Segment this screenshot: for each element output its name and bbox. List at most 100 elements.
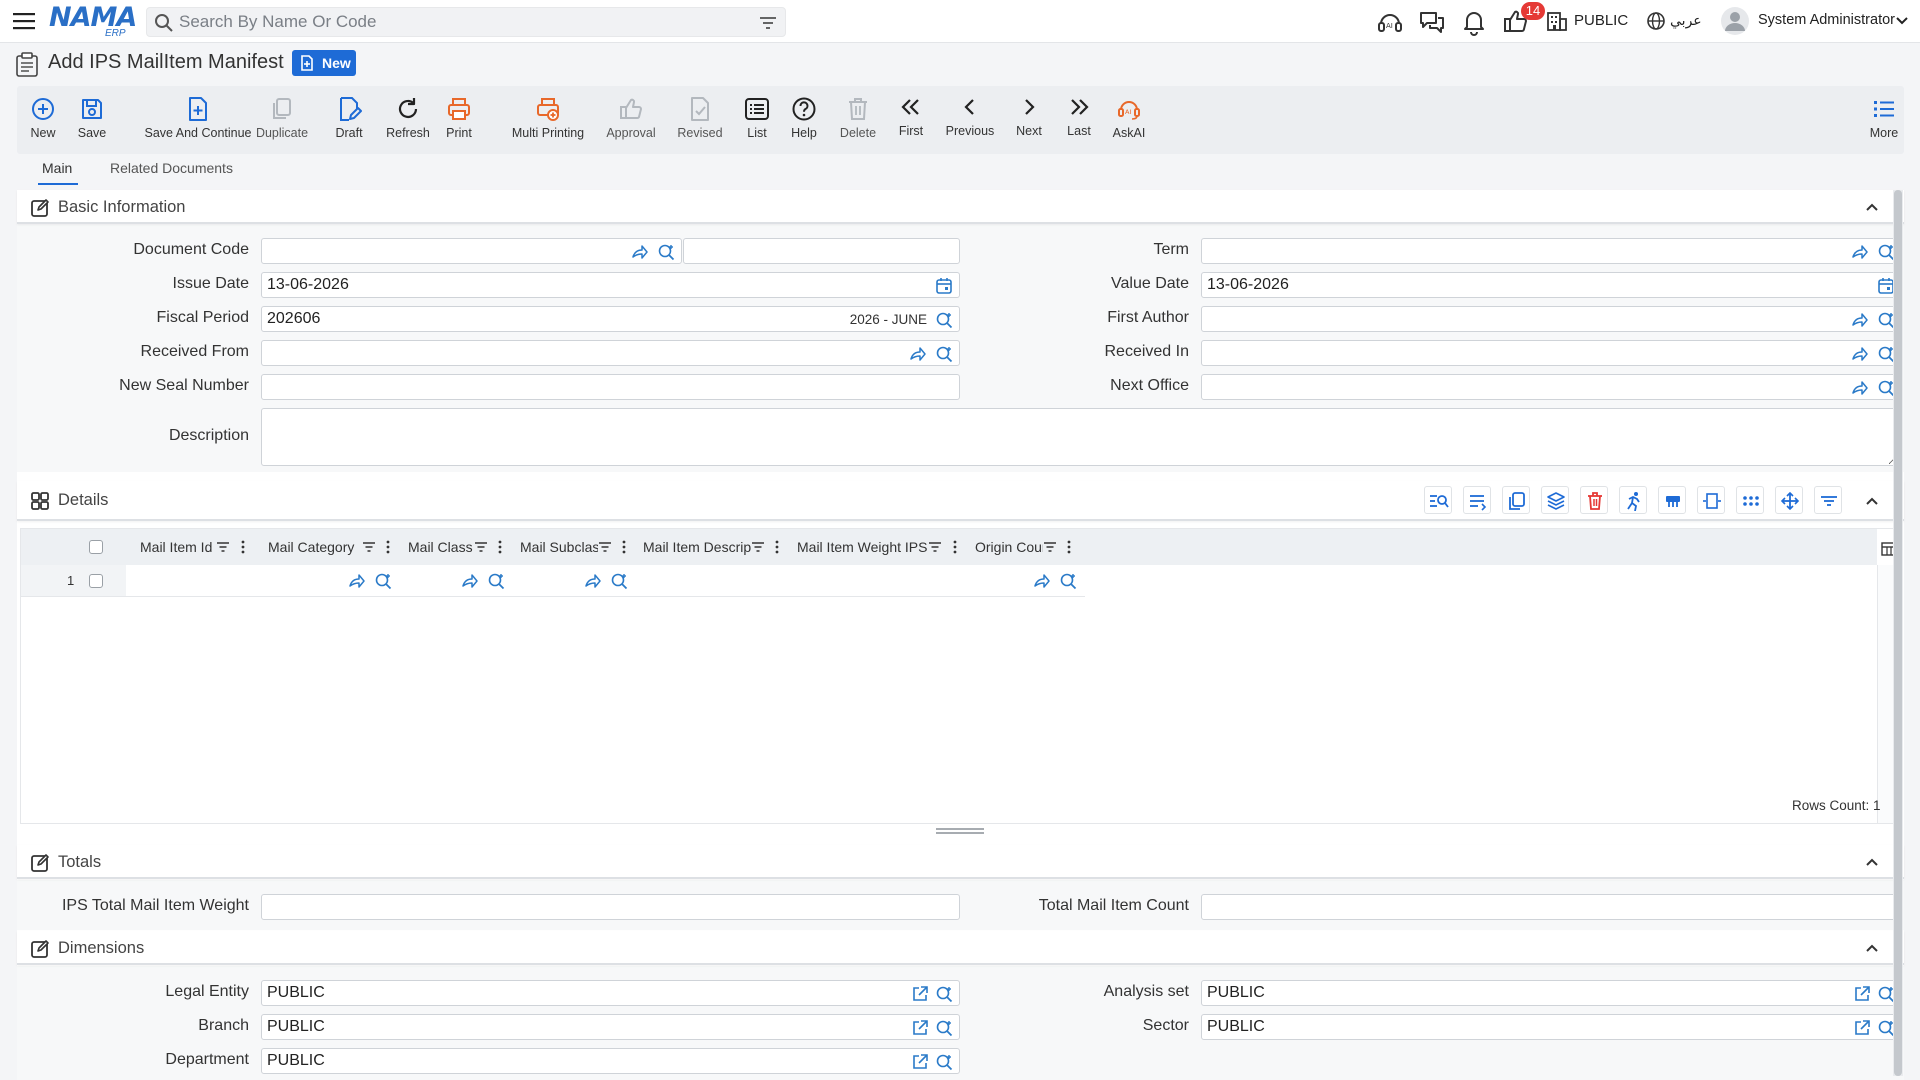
dimensions-header[interactable]: Dimensions <box>17 931 1904 965</box>
tab-main[interactable]: Main <box>42 160 72 176</box>
grid-search-button[interactable] <box>1424 486 1452 514</box>
analysis-set-field[interactable]: PUBLIC <box>1201 980 1898 1006</box>
filter-icon[interactable] <box>759 14 777 32</box>
legal-entity-field[interactable]: PUBLIC <box>261 980 960 1006</box>
language-switch[interactable]: عربي <box>1670 12 1702 29</box>
approval-button[interactable]: Approval <box>603 86 659 154</box>
grid-dots-button[interactable] <box>1736 486 1764 514</box>
lookup-search-icon[interactable] <box>935 1019 953 1037</box>
revised-button[interactable]: Revised <box>673 86 727 154</box>
new-seal-number-field[interactable] <box>261 374 960 400</box>
last-button[interactable]: Last <box>1059 86 1099 154</box>
grid-move-button[interactable] <box>1775 486 1803 514</box>
column-header[interactable]: Mail Item Description <box>643 539 751 555</box>
column-filter-icon[interactable] <box>1043 541 1057 553</box>
sector-field[interactable]: PUBLIC <box>1201 1014 1898 1040</box>
issue-date-field[interactable]: 13-06-2026 <box>261 272 960 298</box>
received-from-field[interactable] <box>261 340 960 366</box>
column-menu-icon[interactable] <box>953 540 957 554</box>
first-button[interactable]: First <box>891 86 931 154</box>
grid-merge-button[interactable] <box>1658 486 1686 514</box>
share-arrow-icon[interactable] <box>584 572 602 590</box>
share-arrow-icon[interactable] <box>1851 379 1869 397</box>
delete-button[interactable]: Delete <box>835 86 881 154</box>
save-and-continue-button[interactable]: Save And Continue <box>133 86 263 154</box>
term-field[interactable] <box>1201 238 1898 264</box>
chevron-up-icon[interactable] <box>1864 854 1880 870</box>
grid-insert-row-button[interactable] <box>1463 486 1491 514</box>
new-button[interactable]: New <box>17 86 69 154</box>
column-header[interactable]: Origin Country <box>975 539 1043 555</box>
column-menu-icon[interactable] <box>386 540 390 554</box>
column-menu-icon[interactable] <box>498 540 502 554</box>
external-link-icon[interactable] <box>911 1019 929 1037</box>
column-filter-icon[interactable] <box>474 541 488 553</box>
lookup-search-icon[interactable] <box>935 1053 953 1071</box>
totals-header[interactable]: Totals <box>17 845 1904 879</box>
column-header[interactable]: Mail Item Weight IPS <box>797 539 947 555</box>
external-link-icon[interactable] <box>1853 985 1871 1003</box>
column-filter-icon[interactable] <box>751 541 765 553</box>
description-textarea[interactable] <box>261 408 1898 466</box>
company-icon[interactable] <box>1546 10 1568 32</box>
column-menu-icon[interactable] <box>775 540 779 554</box>
next-office-field[interactable] <box>1201 374 1898 400</box>
chevron-up-icon[interactable] <box>1864 199 1880 215</box>
save-button[interactable]: Save <box>69 86 115 154</box>
resize-handle-icon[interactable] <box>936 827 984 835</box>
column-filter-icon[interactable] <box>598 541 612 553</box>
ips-total-weight-field[interactable] <box>261 894 960 920</box>
company-name[interactable]: PUBLIC <box>1574 12 1628 29</box>
share-arrow-icon[interactable] <box>1851 243 1869 261</box>
calendar-icon[interactable] <box>935 277 953 295</box>
lookup-search-icon[interactable] <box>935 345 953 363</box>
lookup-search-icon[interactable] <box>657 243 675 261</box>
app-logo[interactable]: NAMA ERP <box>49 4 137 40</box>
share-arrow-icon[interactable] <box>631 243 649 261</box>
fiscal-period-field[interactable]: 202606 2026 - JUNE <box>261 306 960 332</box>
column-menu-icon[interactable] <box>241 540 245 554</box>
globe-icon[interactable] <box>1646 11 1666 31</box>
multi-printing-button[interactable]: Multi Printing <box>511 86 585 154</box>
tab-related-documents[interactable]: Related Documents <box>110 160 233 176</box>
chevron-up-icon[interactable] <box>1864 493 1880 509</box>
document-code-name-field[interactable] <box>683 238 960 264</box>
lookup-search-icon[interactable] <box>935 985 953 1003</box>
lookup-search-icon[interactable] <box>487 572 505 590</box>
department-field[interactable]: PUBLIC <box>261 1048 960 1074</box>
value-date-field[interactable]: 13-06-2026 <box>1201 272 1898 298</box>
refresh-button[interactable]: Refresh <box>383 86 433 154</box>
draft-button[interactable]: Draft <box>327 86 371 154</box>
chat-icon[interactable] <box>1418 8 1446 36</box>
first-author-field[interactable] <box>1201 306 1898 332</box>
grid-layers-button[interactable] <box>1541 486 1569 514</box>
column-filter-icon[interactable] <box>928 541 942 553</box>
list-button[interactable]: List <box>725 86 789 154</box>
help-button[interactable]: Help <box>783 86 825 154</box>
page-scrollbar[interactable] <box>1893 190 1903 1076</box>
branch-field[interactable]: PUBLIC <box>261 1014 960 1040</box>
chevron-down-icon[interactable] <box>1895 14 1909 28</box>
table-row[interactable]: 1 <box>21 565 1085 597</box>
row-checkbox[interactable] <box>89 574 103 588</box>
askai-button[interactable]: AI AskAI <box>1109 86 1149 154</box>
more-button[interactable]: More <box>1867 86 1901 154</box>
total-count-field[interactable] <box>1201 894 1898 920</box>
column-menu-icon[interactable] <box>622 540 626 554</box>
search-input[interactable] <box>179 11 739 33</box>
scrollbar-thumb[interactable] <box>1894 190 1902 1076</box>
bell-icon[interactable] <box>1460 8 1488 36</box>
lookup-search-icon[interactable] <box>1059 572 1077 590</box>
external-link-icon[interactable] <box>1853 1019 1871 1037</box>
basic-information-header[interactable]: Basic Information <box>17 190 1904 224</box>
column-filter-icon[interactable] <box>362 541 376 553</box>
grid-delete-button[interactable] <box>1580 486 1608 514</box>
share-arrow-icon[interactable] <box>348 572 366 590</box>
grid-copy-button[interactable] <box>1502 486 1530 514</box>
avatar[interactable] <box>1720 6 1750 36</box>
share-arrow-icon[interactable] <box>461 572 479 590</box>
column-menu-icon[interactable] <box>1067 540 1071 554</box>
share-arrow-icon[interactable] <box>1851 345 1869 363</box>
external-link-icon[interactable] <box>911 1053 929 1071</box>
duplicate-button[interactable]: Duplicate <box>256 86 308 154</box>
